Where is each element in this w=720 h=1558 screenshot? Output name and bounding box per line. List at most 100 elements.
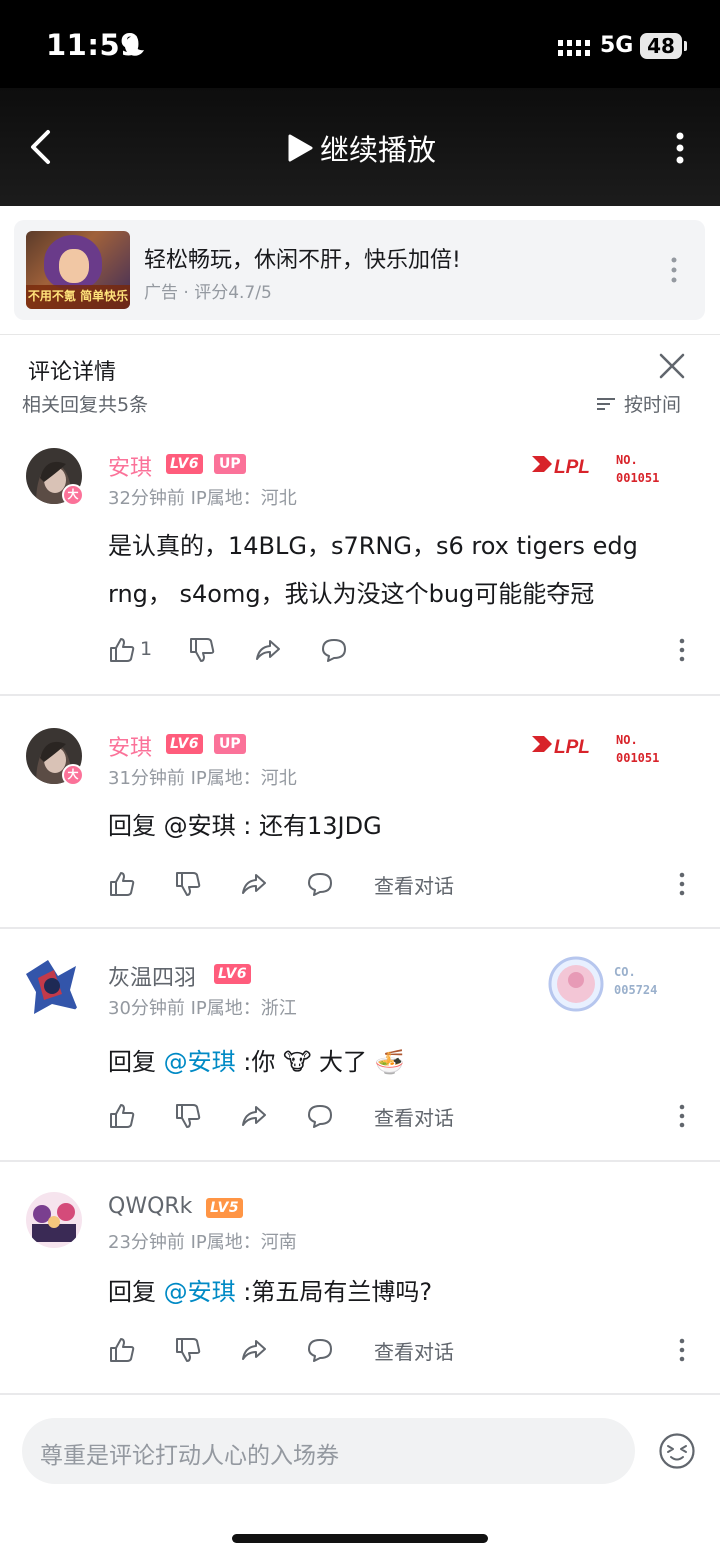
share-icon[interactable]: [254, 636, 282, 664]
fan-badge-number: 005724: [614, 983, 657, 997]
reply-count: 相关回复共5条: [22, 394, 149, 414]
view-conversation-link[interactable]: 查看对话: [374, 870, 454, 899]
mention-link[interactable]: @安琪: [164, 1048, 236, 1076]
thumbs-down-icon[interactable]: [174, 1336, 202, 1364]
lpl-fan-badge: LPL NO. 001051: [532, 733, 659, 765]
reply-body: :你 🐮 大了 🍜: [235, 1048, 405, 1076]
thumbs-up-icon[interactable]: [108, 1336, 136, 1364]
view-conversation-link[interactable]: 查看对话: [374, 1336, 454, 1365]
level-badge: LV6: [166, 734, 204, 754]
reply-sub-header: 相关回复共5条 按时间: [0, 388, 720, 414]
avatar-image: [26, 1192, 82, 1248]
level-badge: LV6: [214, 964, 252, 984]
avatar[interactable]: [18, 954, 84, 1020]
reply-prefix: 回复: [108, 1048, 164, 1076]
status-bar: 11:59 5G 48: [0, 0, 720, 88]
continue-play-label: 继续播放: [320, 133, 437, 167]
comment-input-placeholder: 尊重是评论打动人心的入场券: [40, 1443, 339, 1469]
panel-title: 评论详情: [28, 360, 117, 385]
video-header: 继续播放: [0, 88, 720, 206]
divider: [0, 1393, 720, 1395]
avatar-badge: 大: [62, 764, 84, 786]
share-icon[interactable]: [240, 870, 268, 898]
comment-time: 31分钟前 IP属地：河北: [108, 768, 297, 789]
more-vertical-icon[interactable]: [678, 1338, 686, 1362]
comment-input[interactable]: 尊重是评论打动人心的入场券: [22, 1418, 635, 1484]
avatar[interactable]: [26, 1192, 82, 1248]
commenter-name[interactable]: 安琪: [108, 450, 152, 482]
ad-card[interactable]: 不用不氪 简单快乐 轻松畅玩，休闲不肝，快乐加倍! 广告 · 评分4.7/5: [14, 220, 705, 320]
commenter-name[interactable]: 安琪: [108, 730, 152, 762]
fan-badge-label: CO.: [614, 965, 636, 979]
close-icon[interactable]: [658, 352, 686, 380]
like-count: 1: [140, 638, 153, 660]
thumbs-up-icon[interactable]: [108, 636, 136, 664]
thumbs-down-icon[interactable]: [174, 870, 202, 898]
comment-icon[interactable]: [306, 1336, 334, 1364]
up-tag: UP: [214, 734, 246, 754]
comment-actions: 查看对话: [108, 1336, 698, 1368]
divider: [0, 334, 720, 335]
thumbs-down-icon[interactable]: [174, 1102, 202, 1130]
more-vertical-icon[interactable]: [678, 638, 686, 662]
lpl-badge-no-label: NO.: [616, 733, 638, 747]
comment-actions: 查看对话: [108, 1102, 698, 1134]
comment-text: 回复 @安琪 :你 🐮 大了 🍜: [108, 1038, 688, 1086]
ad-meta: 广告 · 评分4.7/5: [144, 283, 272, 303]
ad-title: 轻松畅玩，休闲不肝，快乐加倍!: [144, 248, 461, 273]
view-conversation-link[interactable]: 查看对话: [374, 1102, 454, 1131]
emoji-icon[interactable]: [658, 1432, 696, 1470]
comment-time: 32分钟前 IP属地：河北: [108, 488, 297, 509]
back-icon[interactable]: [24, 128, 56, 166]
battery-indicator: 48: [640, 33, 682, 59]
divider: [0, 1160, 720, 1162]
comment-time: 23分钟前 IP属地：河南: [108, 1232, 297, 1253]
level-badge: LV6: [166, 454, 204, 474]
divider: [0, 927, 720, 929]
comment-actions: 1: [108, 636, 698, 668]
sort-icon: [597, 397, 615, 410]
battery-nub: [684, 41, 687, 51]
lpl-badge-number: 001051: [616, 751, 659, 765]
share-icon[interactable]: [240, 1336, 268, 1364]
ad-thumbnail-caption: 不用不氪 简单快乐: [26, 285, 130, 309]
lpl-badge-text: LPL: [554, 737, 590, 758]
ad-thumbnail-face: [59, 249, 89, 283]
ad-thumbnail: 不用不氪 简单快乐: [26, 231, 130, 309]
level-badge: LV5: [206, 1198, 244, 1218]
more-vertical-icon[interactable]: [672, 128, 688, 168]
lpl-badge-no-label: NO.: [616, 453, 638, 467]
lpl-badge-text: LPL: [554, 457, 590, 478]
up-tag: UP: [214, 454, 246, 474]
sort-toggle[interactable]: 按时间: [596, 390, 681, 414]
more-vertical-icon[interactable]: [678, 872, 686, 896]
comment-icon[interactable]: [306, 870, 334, 898]
reply-body: :第五局有兰博吗?: [235, 1278, 433, 1306]
continue-play-button[interactable]: 继续播放: [286, 128, 436, 168]
comment-text: 回复 @安琪 : 还有13JDG: [108, 812, 382, 840]
commenter-name[interactable]: 灰温四羽: [108, 960, 196, 992]
thumbs-up-icon[interactable]: [108, 1102, 136, 1130]
lpl-fan-badge: LPL NO. 001051: [532, 453, 659, 485]
more-vertical-icon[interactable]: [678, 1104, 686, 1128]
thumbs-up-icon[interactable]: [108, 870, 136, 898]
moon-icon: [124, 35, 144, 56]
comment-text: 回复 @安琪 :第五局有兰博吗?: [108, 1268, 688, 1316]
avatar-badge: 大: [62, 484, 84, 506]
sort-label: 按时间: [624, 394, 682, 414]
divider: [0, 694, 720, 696]
comment-text: 是认真的，14BLG，s7RNG，s6 rox tigers edg rng， …: [108, 532, 638, 608]
comment-icon[interactable]: [306, 1102, 334, 1130]
fan-badge: CO. 005724: [548, 956, 657, 1012]
comment-icon[interactable]: [320, 636, 348, 664]
commenter-name[interactable]: QWQRk: [108, 1194, 192, 1219]
comment-time: 30分钟前 IP属地：浙江: [108, 998, 297, 1019]
signal-icon: [558, 40, 590, 56]
share-icon[interactable]: [240, 1102, 268, 1130]
play-icon: [288, 134, 313, 162]
mention-link[interactable]: @安琪: [164, 1278, 236, 1306]
thumbs-down-icon[interactable]: [188, 636, 216, 664]
ad-more-icon[interactable]: [670, 256, 678, 284]
reply-prefix: 回复: [108, 1278, 164, 1306]
home-indicator: [232, 1534, 488, 1543]
